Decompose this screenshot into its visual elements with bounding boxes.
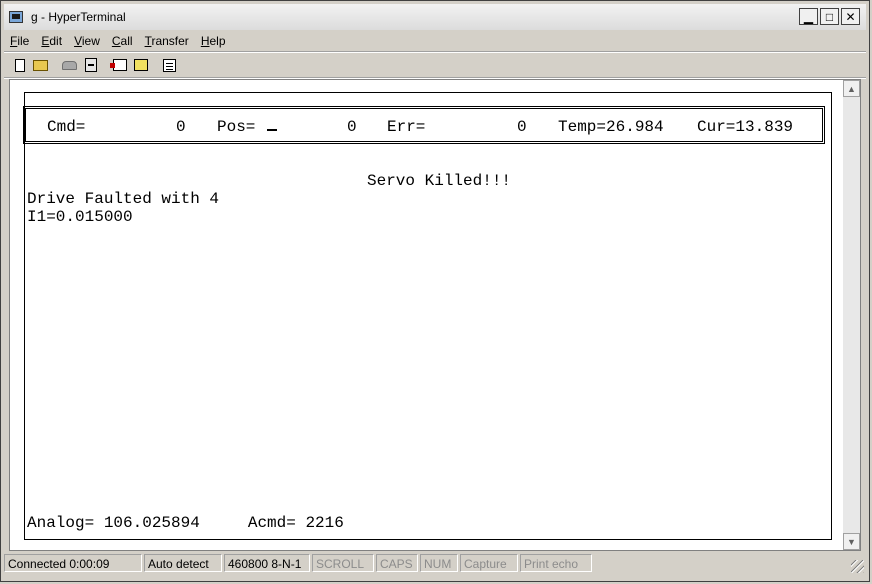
send-icon [109, 59, 127, 71]
menu-call[interactable]: Call [106, 34, 139, 48]
disconnect-phone-icon [62, 60, 77, 70]
status-settings: 460800 8-N-1 [224, 554, 310, 572]
menu-file[interactable]: File [4, 34, 35, 48]
cmd-value: 0 [176, 118, 186, 136]
window-title: g - HyperTerminal [31, 10, 126, 24]
status-scroll: SCROLL [312, 554, 374, 572]
err-value: 0 [517, 118, 527, 136]
hyperterminal-window: g - HyperTerminal ▁ □ ✕ File Edit View C… [0, 0, 870, 582]
cmd-label: Cmd= [47, 118, 86, 136]
open-icon [33, 59, 48, 71]
scroll-up-button[interactable]: ▲ [843, 80, 860, 97]
pos-label: Pos= [217, 118, 256, 136]
err-label: Err= [387, 118, 426, 136]
vertical-scrollbar[interactable]: ▲ ▼ [843, 80, 860, 550]
servo-message: Servo Killed!!! [367, 172, 512, 190]
analog-line: Analog= 106.025894 Acmd= 2216 [27, 514, 344, 532]
close-icon: ✕ [845, 9, 856, 24]
toolbar [9, 54, 180, 76]
cur-readout: Cur=13.839 [697, 118, 794, 136]
window-controls: ▁ □ ✕ [799, 8, 860, 25]
terminal-border [24, 92, 832, 540]
status-caps: CAPS [376, 554, 418, 572]
pos-value: 0 [347, 118, 357, 136]
menu-edit[interactable]: Edit [35, 34, 68, 48]
properties-button[interactable] [159, 55, 180, 75]
menu-transfer[interactable]: Transfer [139, 34, 195, 48]
disconnect-button[interactable] [59, 55, 80, 75]
status-bar: Connected 0:00:09 Auto detect 460800 8-N… [4, 552, 866, 574]
scroll-down-button[interactable]: ▼ [843, 533, 860, 550]
i1-line: I1=0.015000 [27, 208, 133, 226]
menu-bar: File Edit View Call Transfer Help [4, 31, 232, 51]
new-button[interactable] [9, 55, 30, 75]
title-bar[interactable]: g - HyperTerminal ▁ □ ✕ [4, 4, 866, 30]
properties-icon [163, 58, 176, 72]
resize-grip[interactable] [851, 560, 864, 573]
receive-button[interactable] [130, 55, 151, 75]
maximize-icon: □ [825, 9, 834, 24]
dial-icon [84, 58, 97, 72]
receive-icon [133, 59, 148, 71]
status-num: NUM [420, 554, 458, 572]
maximize-button[interactable]: □ [820, 8, 839, 25]
scroll-up-icon: ▲ [847, 83, 856, 94]
fault-line: Drive Faulted with 4 [27, 190, 220, 208]
dial-button[interactable] [80, 55, 101, 75]
menu-view[interactable]: View [68, 34, 106, 48]
terminal-screen[interactable] [9, 79, 861, 551]
menu-help[interactable]: Help [195, 34, 232, 48]
status-detect: Auto detect [144, 554, 222, 572]
open-button[interactable] [30, 55, 51, 75]
temp-readout: Temp=26.984 [558, 118, 664, 136]
status-connected: Connected 0:00:09 [4, 554, 142, 572]
app-icon[interactable] [9, 11, 23, 23]
minimize-icon: ▁ [803, 9, 814, 24]
send-button[interactable] [109, 55, 130, 75]
scroll-down-icon: ▼ [847, 536, 856, 547]
status-capture: Capture [460, 554, 518, 572]
terminal-cursor [267, 118, 277, 136]
new-icon [14, 58, 25, 72]
menu-separator [4, 51, 866, 53]
close-button[interactable]: ✕ [841, 8, 860, 25]
status-print-echo: Print echo [520, 554, 592, 572]
minimize-button[interactable]: ▁ [799, 8, 818, 25]
